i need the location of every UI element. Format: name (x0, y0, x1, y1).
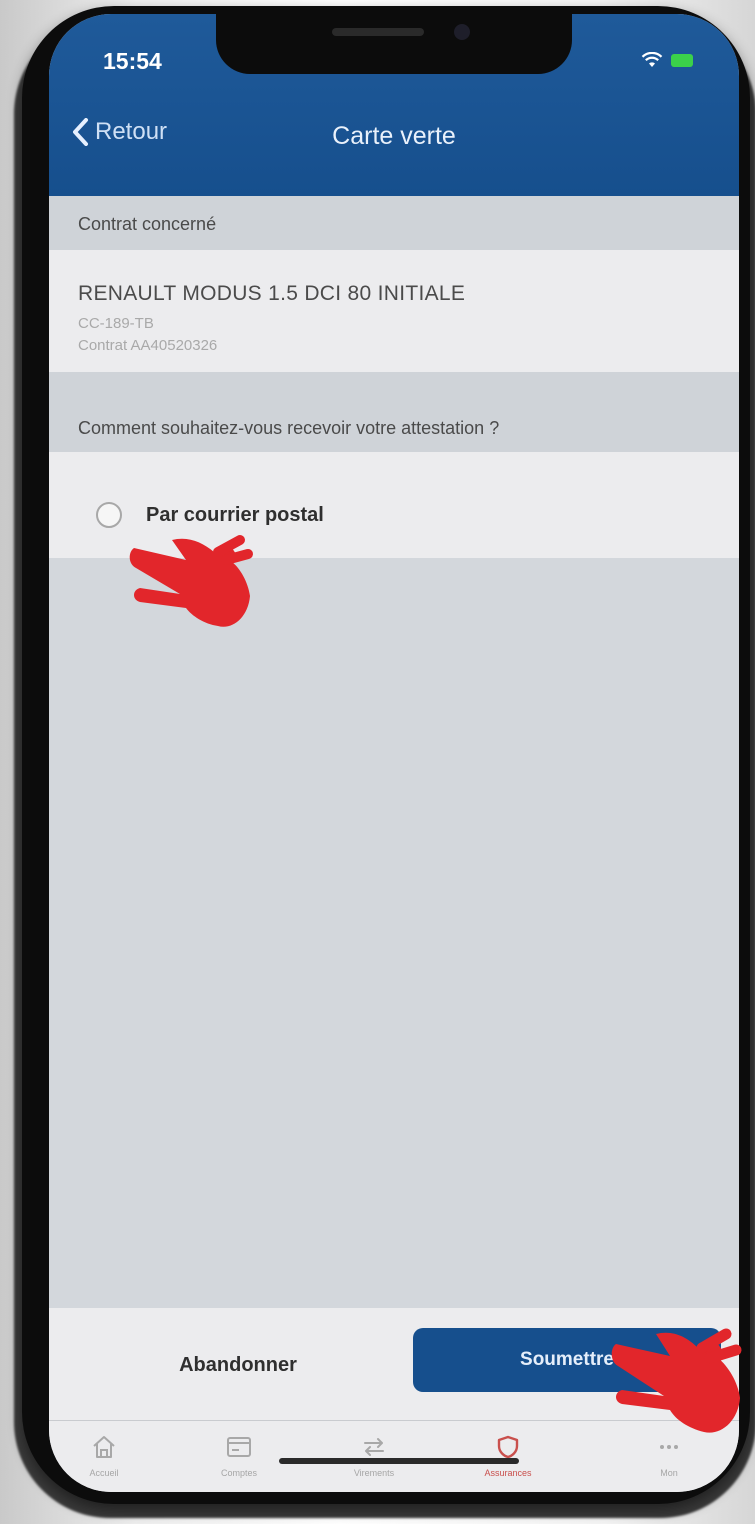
home-icon (93, 1436, 115, 1458)
tab-label: Virements (353, 1468, 395, 1478)
page-title: Carte verte (332, 122, 456, 150)
cancel-button[interactable]: Abandonner (79, 1332, 397, 1398)
tab-virements[interactable]: Virements (319, 1434, 429, 1478)
wifi-icon (641, 52, 663, 67)
status-time: 15:54 (103, 48, 162, 74)
tab-accueil[interactable]: Accueil (49, 1434, 159, 1478)
vehicle-plate: CC-189-TB (78, 315, 154, 332)
vehicle-name: RENAULT MODUS 1.5 DCI 80 INITIALE (78, 282, 466, 305)
tab-assurances[interactable]: Assurances (453, 1434, 563, 1478)
card-icon (227, 1437, 251, 1457)
battery-icon (671, 53, 693, 67)
tab-label: Assurances (484, 1468, 532, 1478)
contract-card: RENAULT MODUS 1.5 DCI 80 INITIALE CC-189… (49, 250, 739, 372)
speaker (332, 28, 424, 36)
transfer-icon (364, 1438, 384, 1456)
delivery-section-title: Comment souhaitez-vous recevoir votre at… (78, 418, 500, 438)
tab-label: Accueil (89, 1468, 119, 1478)
home-indicator (279, 1458, 519, 1464)
tab-label: Mon (660, 1468, 678, 1478)
option-label: Par courrier postal (146, 504, 324, 526)
shield-icon (497, 1435, 519, 1459)
contract-section-title: Contrat concerné (78, 214, 217, 234)
front-camera (454, 24, 470, 40)
empty-content-area (49, 558, 739, 1308)
delivery-section-header: Comment souhaitez-vous recevoir votre at… (49, 372, 739, 452)
tab-label: Comptes (220, 1468, 257, 1478)
contract-number: Contrat AA40520326 (78, 337, 218, 354)
tab-comptes[interactable]: Comptes (184, 1434, 294, 1478)
radio-button[interactable] (96, 502, 122, 528)
tab-more[interactable]: Mon (614, 1434, 724, 1478)
pointing-hand-icon (129, 535, 253, 627)
status-icons (641, 52, 693, 68)
phone-screen: 15:54 Retour Carte verte Contrat concern… (49, 14, 739, 1492)
contract-section-header: Contrat concerné (49, 196, 739, 250)
notch (216, 14, 572, 74)
pointing-hand-icon (611, 1328, 742, 1433)
nav-bar: Retour Carte verte (49, 110, 739, 170)
